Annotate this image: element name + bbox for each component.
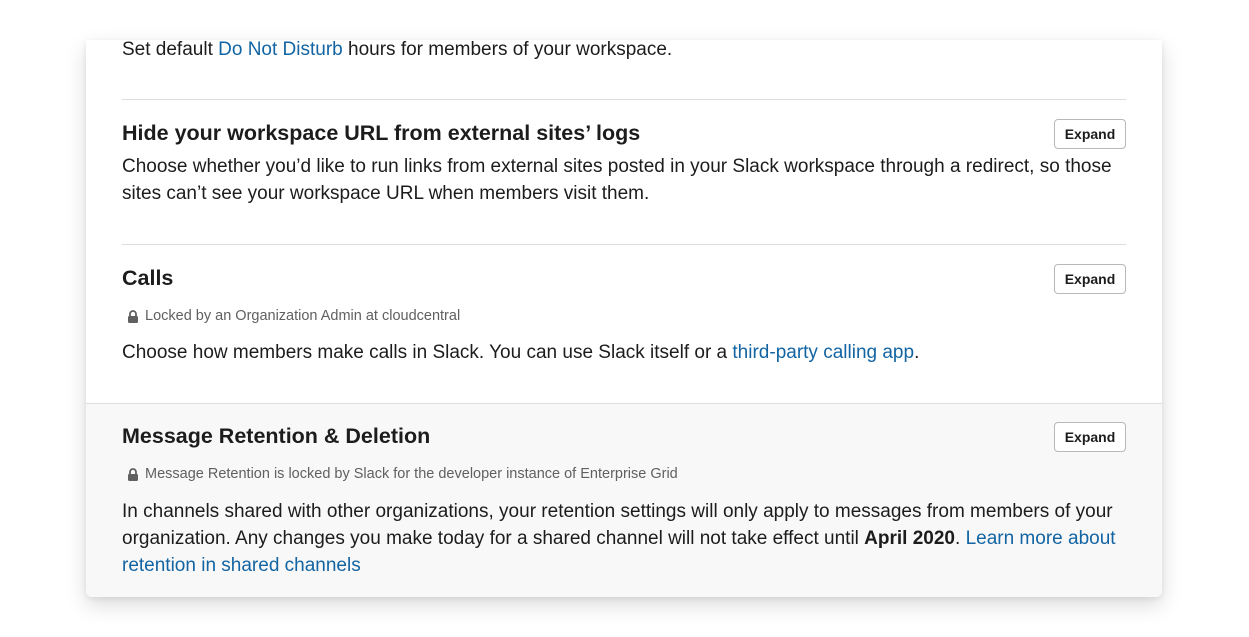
retention-expand-button[interactable]: Expand — [1054, 422, 1126, 452]
settings-card: Set default Do Not Disturb hours for mem… — [86, 40, 1162, 597]
dnd-text-before: Set default — [122, 40, 219, 60]
hide-url-expand-button[interactable]: Expand — [1054, 119, 1126, 149]
hide-url-title: Hide your workspace URL from external si… — [122, 121, 641, 145]
calls-locked-text: Locked by an Organization Admin at cloud… — [145, 308, 461, 324]
calls-description-text: Choose how members make calls in Slack. … — [122, 342, 733, 363]
calls-description: Choose how members make calls in Slack. … — [122, 339, 1132, 366]
divider — [122, 99, 1126, 100]
retention-date: April 2020 — [864, 528, 955, 549]
retention-description: In channels shared with other organizati… — [122, 498, 1132, 579]
dnd-link[interactable]: Do Not Disturb — [218, 40, 343, 60]
divider — [122, 244, 1126, 245]
lock-icon — [128, 309, 138, 323]
calls-locked-notice: Locked by an Organization Admin at cloud… — [127, 307, 460, 325]
calls-expand-button[interactable]: Expand — [1054, 264, 1126, 294]
retention-section: Message Retention & Deletion Expand Mess… — [86, 403, 1162, 597]
retention-locked-text: Message Retention is locked by Slack for… — [145, 466, 678, 482]
retention-description-mid: . — [955, 528, 966, 549]
calls-title: Calls — [122, 266, 174, 290]
third-party-calling-link[interactable]: third-party calling app — [732, 342, 914, 363]
dnd-text-after: hours for members of your workspace. — [342, 40, 673, 60]
retention-title: Message Retention & Deletion — [122, 424, 431, 448]
retention-locked-notice: Message Retention is locked by Slack for… — [127, 465, 678, 483]
dnd-description: Set default Do Not Disturb hours for mem… — [122, 40, 1126, 63]
hide-url-description: Choose whether you’d like to run links f… — [122, 156, 1112, 204]
calls-description-end: . — [914, 342, 920, 363]
lock-icon — [128, 467, 138, 481]
